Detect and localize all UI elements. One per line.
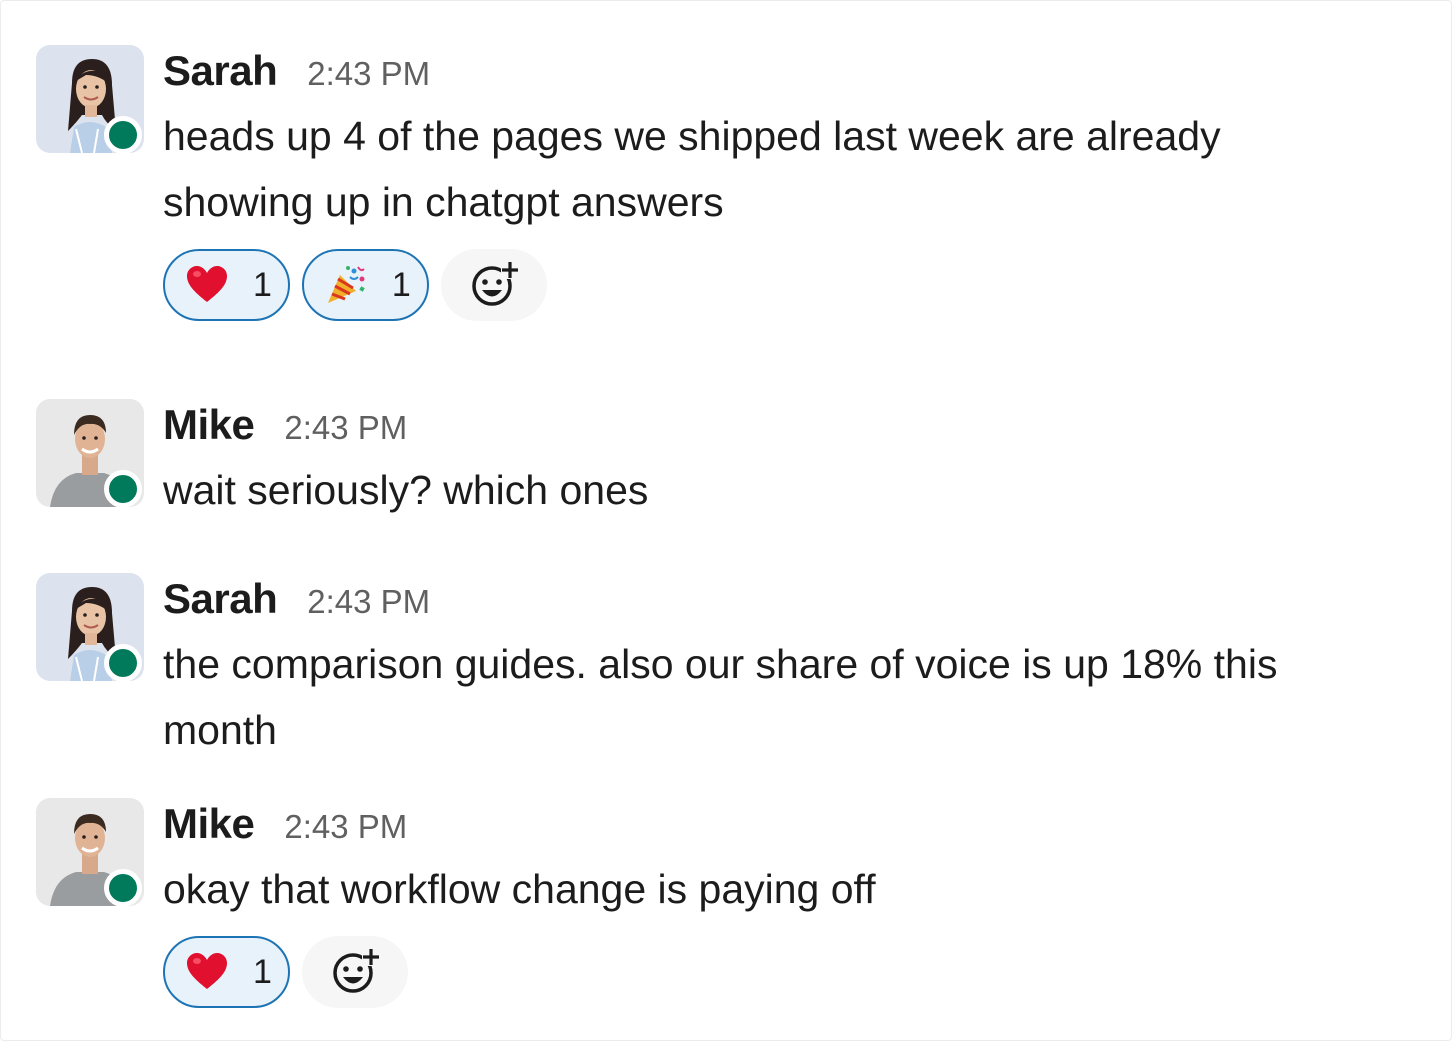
author-name[interactable]: Mike <box>163 800 255 848</box>
reaction-bar: 1 <box>163 936 1416 1008</box>
add-reaction-button[interactable] <box>440 249 547 321</box>
author-name[interactable]: Sarah <box>163 575 278 623</box>
timestamp[interactable]: 2:43 PM <box>307 55 430 93</box>
presence-indicator <box>104 644 142 682</box>
message-text: heads up 4 of the pages we shipped last … <box>163 113 1221 225</box>
add-emoji-icon <box>468 257 520 314</box>
message-text: the comparison guides. also our share of… <box>163 641 1278 753</box>
add-emoji-icon <box>329 944 381 1001</box>
mike-avatar[interactable] <box>36 798 144 907</box>
reaction-party-popper[interactable]: 1 <box>301 249 429 321</box>
reaction-count: 1 <box>253 952 272 991</box>
message-text: wait seriously? which ones <box>163 467 649 513</box>
heart-icon <box>185 950 229 994</box>
reaction-count: 1 <box>253 265 272 304</box>
sarah-avatar[interactable] <box>36 45 144 154</box>
author-name[interactable]: Sarah <box>163 47 278 95</box>
sarah-avatar[interactable] <box>36 573 144 682</box>
presence-indicator <box>104 116 142 154</box>
reaction-heart[interactable]: 1 <box>163 249 290 321</box>
timestamp[interactable]: 2:43 PM <box>284 409 407 447</box>
author-name[interactable]: Mike <box>163 401 255 449</box>
reaction-heart[interactable]: 1 <box>163 936 290 1008</box>
timestamp[interactable]: 2:43 PM <box>284 808 407 846</box>
party-popper-icon <box>324 263 368 307</box>
mike-avatar[interactable] <box>36 399 144 508</box>
message-text: okay that workflow change is paying off <box>163 866 876 912</box>
add-reaction-button[interactable] <box>301 936 408 1008</box>
presence-indicator <box>104 470 142 508</box>
heart-icon <box>185 263 229 307</box>
reaction-count: 1 <box>391 265 411 304</box>
timestamp[interactable]: 2:43 PM <box>307 583 430 621</box>
presence-indicator <box>104 869 142 907</box>
reaction-bar: 1 1 <box>163 249 1416 321</box>
